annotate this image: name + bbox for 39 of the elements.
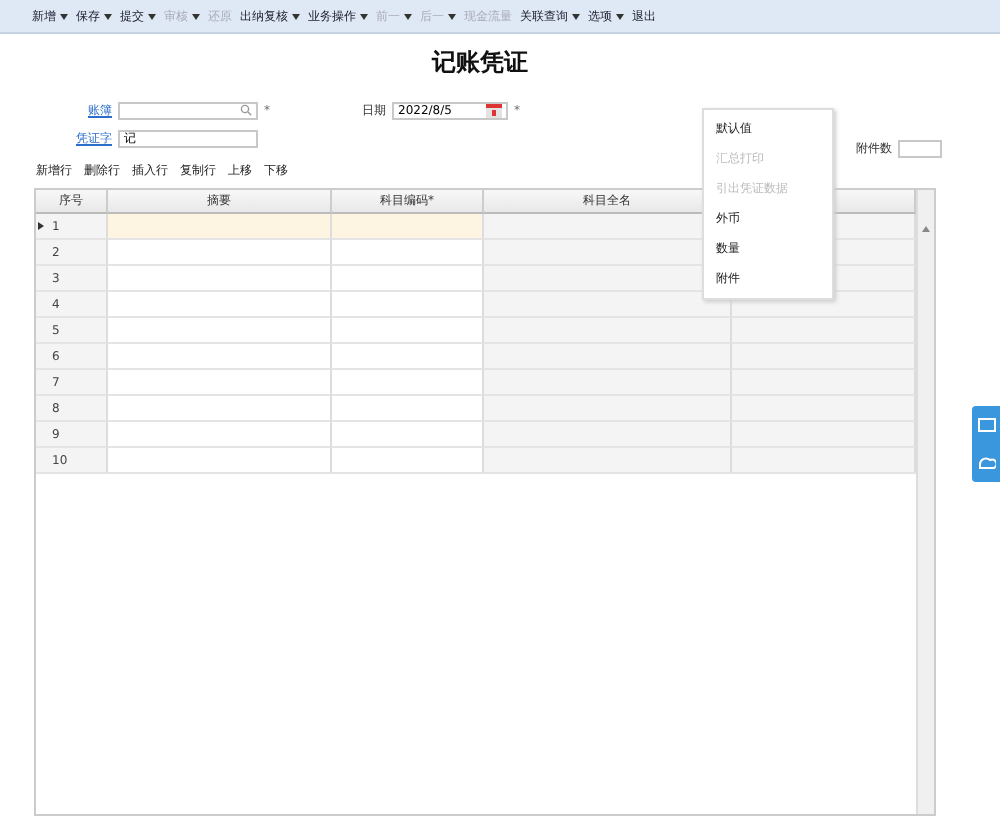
table-cell[interactable] bbox=[108, 266, 332, 292]
table-cell[interactable] bbox=[332, 422, 484, 448]
table-cell[interactable] bbox=[332, 448, 484, 474]
current-row-icon bbox=[38, 222, 44, 230]
table-cell[interactable] bbox=[108, 448, 332, 474]
caret-icon bbox=[292, 13, 300, 19]
caret-icon bbox=[104, 13, 112, 19]
caret-icon bbox=[148, 13, 156, 19]
scroll-up-icon[interactable] bbox=[922, 226, 930, 232]
table-cell[interactable] bbox=[108, 292, 332, 318]
caret-icon bbox=[616, 13, 624, 19]
search-icon bbox=[240, 104, 252, 116]
table-cell[interactable] bbox=[332, 214, 484, 240]
table-cell[interactable] bbox=[108, 422, 332, 448]
table-cell[interactable] bbox=[332, 318, 484, 344]
table-cell[interactable] bbox=[332, 396, 484, 422]
table-cell[interactable] bbox=[108, 318, 332, 344]
chat-icon[interactable] bbox=[977, 417, 995, 434]
caret-icon bbox=[404, 13, 412, 19]
table-cell[interactable] bbox=[108, 370, 332, 396]
table-cell[interactable] bbox=[108, 240, 332, 266]
calendar-icon[interactable] bbox=[486, 103, 502, 117]
table-cell[interactable] bbox=[108, 344, 332, 370]
caret-icon bbox=[448, 13, 456, 19]
voucher-title: 记账凭证 bbox=[432, 46, 528, 80]
table-cell[interactable] bbox=[332, 370, 484, 396]
caret-icon bbox=[360, 13, 368, 19]
attachments-field[interactable] bbox=[898, 140, 942, 158]
caret-icon bbox=[60, 13, 68, 19]
table-cell[interactable] bbox=[332, 240, 484, 266]
table-cell[interactable] bbox=[332, 292, 484, 318]
book-field[interactable] bbox=[118, 101, 258, 119]
cloud-icon[interactable] bbox=[977, 456, 995, 471]
table-cell[interactable] bbox=[332, 266, 484, 292]
table-cell[interactable] bbox=[108, 396, 332, 422]
table-cell[interactable] bbox=[332, 344, 484, 370]
table-cell[interactable] bbox=[108, 214, 332, 240]
caret-icon bbox=[572, 13, 580, 19]
caret-icon bbox=[192, 13, 200, 19]
